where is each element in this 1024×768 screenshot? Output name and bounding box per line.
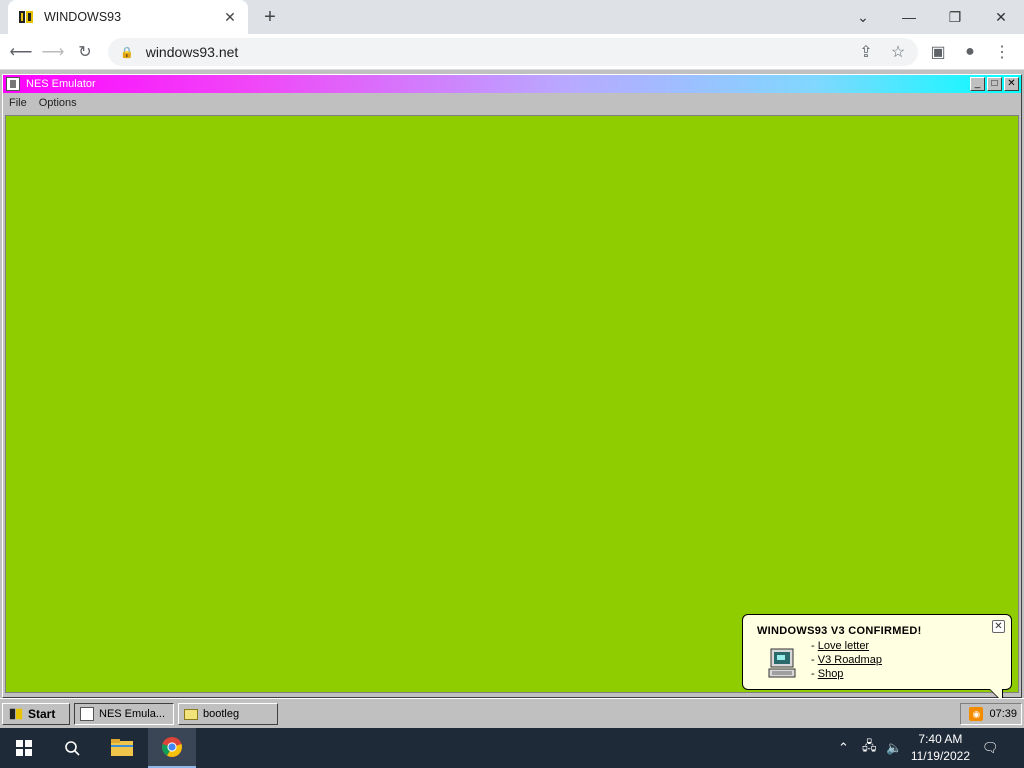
taskbar-item-bootleg[interactable]: bootleg bbox=[178, 703, 278, 725]
folder-icon bbox=[184, 708, 198, 720]
window-title: NES Emulator bbox=[26, 78, 96, 90]
nes-app-icon bbox=[80, 707, 94, 721]
volume-icon[interactable]: 🔈 bbox=[886, 728, 902, 768]
menu-options[interactable]: Options bbox=[33, 97, 83, 109]
start-label: Start bbox=[28, 707, 56, 721]
close-window-icon[interactable]: ✕ bbox=[978, 0, 1024, 34]
taskbar-item-label: bootleg bbox=[203, 708, 240, 720]
new-tab-button[interactable]: + bbox=[258, 7, 282, 27]
browser-tab[interactable]: WINDOWS93 ✕ bbox=[8, 0, 248, 34]
minimize-icon[interactable]: — bbox=[886, 0, 932, 34]
show-hidden-icons-icon[interactable]: ⌃ bbox=[838, 728, 849, 768]
search-icon[interactable] bbox=[48, 728, 96, 768]
menu-kebab-icon[interactable]: ⋮ bbox=[990, 40, 1014, 64]
window-maximize-button[interactable]: □ bbox=[987, 77, 1002, 91]
forward-icon[interactable]: ⟶ bbox=[41, 40, 65, 64]
window-close-button[interactable]: ✕ bbox=[1004, 77, 1019, 91]
shop-link[interactable]: Shop bbox=[818, 668, 844, 680]
tab-search-icon[interactable]: ⌄ bbox=[840, 0, 886, 34]
bookmark-star-icon[interactable]: ☆ bbox=[886, 40, 910, 64]
profile-avatar-icon[interactable]: ● bbox=[958, 40, 982, 64]
notification-close-button[interactable]: ✕ bbox=[992, 620, 1005, 633]
windows93-favicon-icon bbox=[18, 9, 34, 25]
window-titlebar[interactable]: NES Emulator _ □ ✕ bbox=[3, 75, 1021, 93]
w93-clock: 07:39 bbox=[989, 708, 1017, 720]
notification-balloon: WINDOWS93 V3 CONFIRMED! ✕ - Love letter … bbox=[742, 614, 1012, 703]
menu-file[interactable]: File bbox=[3, 97, 33, 109]
system-clock[interactable]: 7:40 AM 11/19/2022 bbox=[911, 731, 970, 765]
w93-taskbar: Start NES Emula... bootleg ◉ 07:39 bbox=[0, 698, 1024, 728]
url-text: windows93.net bbox=[145, 44, 239, 60]
window-minimize-button[interactable]: _ bbox=[970, 77, 985, 91]
file-explorer-icon[interactable] bbox=[98, 728, 146, 768]
clock-time: 7:40 AM bbox=[918, 732, 963, 746]
emulator-screen[interactable] bbox=[5, 115, 1019, 693]
browser-tab-strip: WINDOWS93 ✕ + ⌄ — ❐ ✕ bbox=[0, 0, 1024, 34]
windows-start-icon[interactable] bbox=[0, 728, 48, 768]
address-bar[interactable]: 🔒 windows93.net bbox=[108, 38, 918, 66]
browser-toolbar: ⟵ ⟶ ↻ 🔒 windows93.net ⇪ ☆ ▣ ● ⋮ bbox=[0, 34, 1024, 70]
windows-taskbar: ⌃ 🖧 🔈 7:40 AM 11/19/2022 🗨 bbox=[0, 728, 1024, 768]
w93-logo-icon bbox=[9, 708, 23, 720]
back-icon[interactable]: ⟵ bbox=[9, 40, 33, 64]
tab-title: WINDOWS93 bbox=[44, 10, 122, 24]
clock-date: 11/19/2022 bbox=[910, 749, 970, 763]
notification-title: WINDOWS93 V3 CONFIRMED! bbox=[757, 625, 922, 637]
share-icon[interactable]: ⇪ bbox=[854, 40, 878, 64]
rss-icon[interactable]: ◉ bbox=[969, 707, 984, 721]
v3-roadmap-link[interactable]: V3 Roadmap bbox=[818, 654, 882, 666]
taskbar-item-label: NES Emula... bbox=[99, 708, 166, 720]
reload-icon[interactable]: ↻ bbox=[73, 40, 97, 64]
computer-icon bbox=[768, 648, 796, 678]
menu-bar: File Options bbox=[3, 93, 1021, 113]
lock-icon: 🔒 bbox=[120, 46, 134, 59]
w93-system-tray: ◉ 07:39 bbox=[960, 703, 1022, 725]
taskbar-item-nes[interactable]: NES Emula... bbox=[74, 703, 174, 725]
love-letter-link[interactable]: Love letter bbox=[818, 640, 869, 652]
action-center-icon[interactable]: 🗨 bbox=[982, 728, 999, 768]
nes-app-icon bbox=[6, 77, 20, 91]
notification-link-item: - V3 Roadmap bbox=[811, 654, 882, 666]
side-panel-icon[interactable]: ▣ bbox=[926, 40, 950, 64]
restore-icon[interactable]: ❐ bbox=[932, 0, 978, 34]
start-button[interactable]: Start bbox=[2, 703, 70, 725]
notification-link-item: - Love letter bbox=[811, 640, 870, 652]
network-icon[interactable]: 🖧 bbox=[862, 728, 877, 768]
chrome-icon[interactable] bbox=[148, 728, 196, 768]
notification-link-item: - Shop bbox=[811, 668, 844, 680]
nes-emulator-window: NES Emulator _ □ ✕ File Options bbox=[2, 74, 1022, 698]
tab-close-icon[interactable]: ✕ bbox=[222, 9, 238, 25]
windows93-desktop: NES Emulator _ □ ✕ File Options WINDOWS9… bbox=[0, 70, 1024, 728]
